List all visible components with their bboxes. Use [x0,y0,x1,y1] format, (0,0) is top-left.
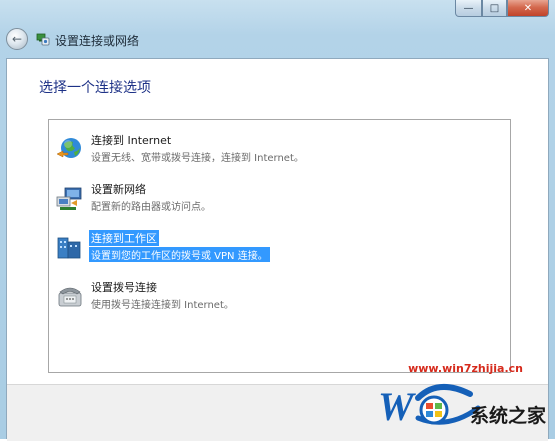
maximize-icon: □ [489,2,500,14]
minimize-icon: — [463,2,474,14]
page-title: 选择一个连接选项 [39,80,151,96]
option-name: 连接到工作区 [89,230,159,246]
back-button[interactable]: ← [6,28,28,50]
back-arrow-icon: ← [11,32,23,46]
globe-internet-icon [56,138,81,158]
option-name: 设置拨号连接 [91,281,157,294]
workplace-vpn-icon [57,237,81,259]
network-setup-icon [36,33,50,46]
option-setup-dialup[interactable]: 设置拨号连接 使用拨号连接连接到 Internet。 [55,278,495,318]
window-title: 设置连接或网络 [55,34,140,48]
option-setup-new-network[interactable]: 设置新网络 配置新的路由器或访问点。 [55,180,495,220]
option-connect-internet[interactable]: 连接到 Internet 设置无线、宽带或拨号连接，连接到 Internet。 [55,131,495,171]
option-description: 设置无线、宽带或拨号连接，连接到 Internet。 [91,153,304,164]
option-name: 设置新网络 [91,183,146,196]
close-button[interactable]: ✕ [507,0,549,17]
svg-text:W: W [378,384,416,429]
caption-buttons: — □ ✕ [455,0,549,20]
new-network-icon [56,187,82,210]
option-connect-workplace[interactable]: 连接到工作区 设置到您的工作区的拨号或 VPN 连接。 [55,229,495,269]
close-icon: ✕ [523,2,533,14]
connection-options-list: 连接到 Internet 设置无线、宽带或拨号连接，连接到 Internet。 … [48,119,511,373]
option-name: 连接到 Internet [91,134,172,147]
maximize-button[interactable]: □ [482,0,507,17]
dialup-phone-icon [58,287,82,307]
option-description: 设置到您的工作区的拨号或 VPN 连接。 [89,247,270,262]
header-bar: ← 设置连接或网络 [0,22,555,58]
option-description: 使用拨号连接连接到 Internet。 [91,300,234,311]
window-frame: — □ ✕ ← 设置连接或网络 选择一个连接选项 连接到 Internet 设置… [0,0,555,441]
watermark-brand: 系统之家 [470,404,547,427]
minimize-button[interactable]: — [455,0,482,17]
watermark-logo: W 系统之家 [378,384,547,429]
option-description: 配置新的路由器或访问点。 [91,202,211,213]
